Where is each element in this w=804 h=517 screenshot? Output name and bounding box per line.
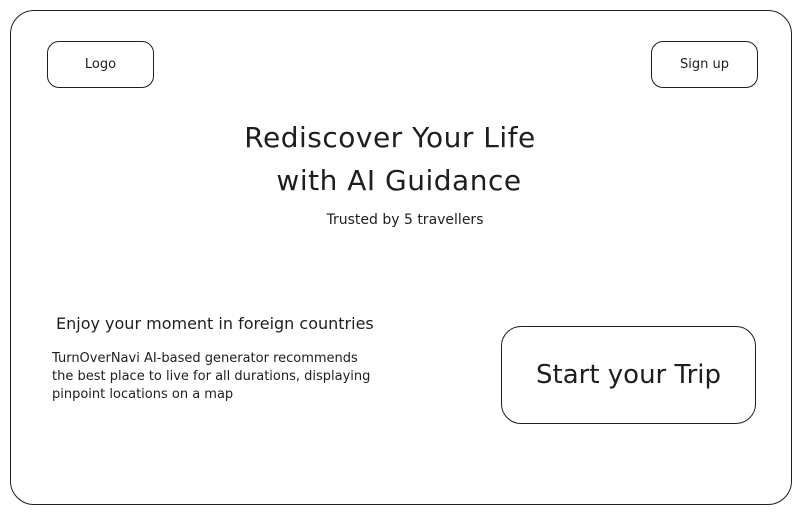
logo[interactable]: Logo [47, 41, 154, 88]
start-trip-label: Start your Trip [536, 360, 721, 390]
hero-subtitle: Trusted by 5 travellers [326, 212, 484, 228]
logo-label: Logo [84, 57, 117, 72]
section-description: TurnOverNavi AI-based generator recommen… [52, 350, 472, 404]
section-title: Enjoy your moment in foreign countries [56, 314, 374, 333]
hero-title-line1: Rediscover Your Life [244, 121, 536, 154]
description-line: pinpoint locations on a map [52, 387, 234, 402]
description-line: the best place to live for all durations… [52, 369, 371, 384]
start-trip-button[interactable]: Start your Trip [501, 326, 756, 424]
description-line: TurnOverNavi AI-based generator recommen… [52, 351, 358, 366]
signup-label: Sign up [680, 57, 729, 72]
signup-button[interactable]: Sign up [651, 41, 758, 88]
hero-title-line2: with AI Guidance [276, 164, 522, 197]
